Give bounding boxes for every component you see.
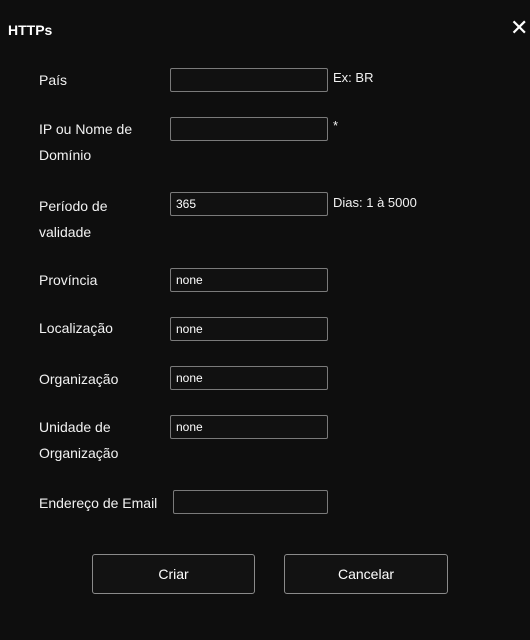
cancel-button[interactable]: Cancelar bbox=[284, 554, 448, 594]
periodo-input[interactable] bbox=[170, 192, 328, 216]
unidade-input[interactable] bbox=[170, 415, 328, 439]
dialog-titlebar: HTTPs ✕ bbox=[0, 0, 530, 50]
provincia-input[interactable] bbox=[170, 268, 328, 292]
https-dialog: HTTPs ✕ País Ex: BR IP ou Nome de Domíni… bbox=[0, 0, 530, 640]
ip-domain-input[interactable] bbox=[170, 117, 328, 141]
pais-hint: Ex: BR bbox=[333, 70, 374, 85]
email-input[interactable] bbox=[173, 490, 328, 514]
required-mark: * bbox=[333, 118, 339, 133]
pais-input[interactable] bbox=[170, 68, 328, 92]
localizacao-label: Localização bbox=[39, 320, 113, 336]
periodo-hint: Dias: 1 à 5000 bbox=[333, 195, 417, 210]
ip-label-line1: IP ou Nome de bbox=[39, 121, 133, 137]
dialog-title: HTTPs bbox=[8, 22, 53, 38]
localizacao-input[interactable] bbox=[170, 317, 328, 341]
unidade-label-line1: Unidade de bbox=[39, 419, 111, 435]
email-label: Endereço de Email bbox=[39, 495, 158, 511]
provincia-label: Província bbox=[39, 272, 98, 288]
pais-label: País bbox=[39, 72, 68, 88]
organizacao-input[interactable] bbox=[170, 366, 328, 390]
periodo-label-line1: Período de bbox=[39, 198, 108, 214]
create-button[interactable]: Criar bbox=[92, 554, 255, 594]
organizacao-label: Organização bbox=[39, 371, 119, 387]
periodo-label-line2: validade bbox=[39, 224, 92, 240]
close-icon[interactable]: ✕ bbox=[510, 17, 528, 39]
unidade-label-line2: Organização bbox=[39, 445, 119, 461]
ip-label-line2: Domínio bbox=[39, 147, 92, 163]
